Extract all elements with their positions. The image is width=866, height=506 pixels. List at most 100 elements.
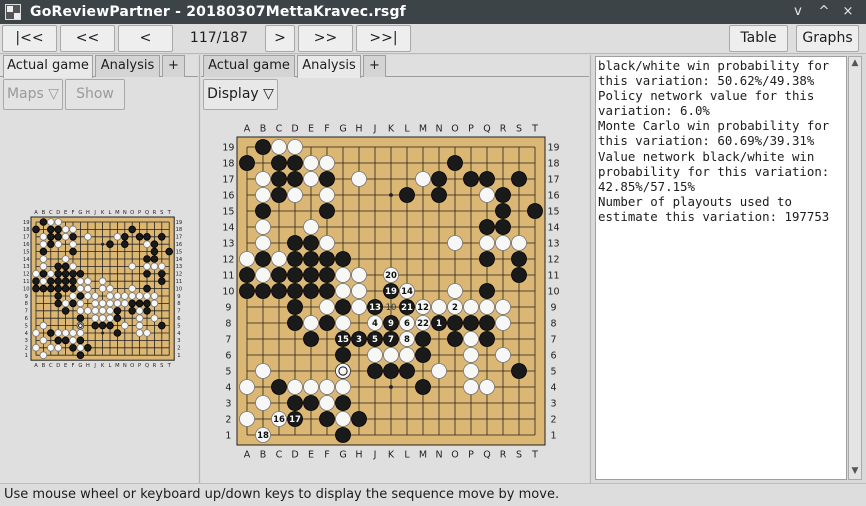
column-label: Q xyxy=(145,210,149,216)
white-stone xyxy=(46,270,55,278)
black-stone xyxy=(287,267,303,283)
minimize-icon[interactable]: v xyxy=(788,2,808,22)
row-label: 16 xyxy=(222,190,234,201)
white-stone xyxy=(495,299,511,315)
comment-scrollbar[interactable]: ▲ ▼ xyxy=(848,56,862,480)
left-tab-add[interactable]: + xyxy=(162,55,185,77)
black-stone xyxy=(46,240,55,248)
black-stone xyxy=(61,270,70,278)
show-button[interactable]: Show xyxy=(65,79,125,110)
main-game-board[interactable]: AABBCCDDEEFFGGHHJJKKLLMMNNOOPPQQRRSSTT19… xyxy=(220,122,568,460)
black-stone xyxy=(143,284,151,293)
left-tab-analysis[interactable]: Analysis xyxy=(95,55,160,77)
white-stone xyxy=(335,283,351,299)
center-tab-analysis[interactable]: Analysis xyxy=(297,55,361,78)
black-stone xyxy=(143,232,151,241)
black-stone xyxy=(76,336,85,345)
black-stone xyxy=(54,225,62,234)
row-label: 1 xyxy=(177,353,180,359)
column-label: F xyxy=(324,449,329,460)
column-label: P xyxy=(468,123,474,134)
white-stone xyxy=(46,344,55,352)
black-stone xyxy=(69,270,77,278)
back-10-button[interactable]: << xyxy=(60,25,115,52)
black-stone xyxy=(319,171,335,187)
black-stone xyxy=(69,299,77,308)
column-label: B xyxy=(42,210,46,216)
white-stone xyxy=(463,347,479,363)
panel-divider-2[interactable] xyxy=(590,55,591,483)
row-label: 19 xyxy=(23,220,30,226)
white-stone xyxy=(39,232,48,241)
black-stone xyxy=(271,267,287,283)
black-stone xyxy=(143,299,151,308)
column-label: G xyxy=(78,363,82,369)
scroll-up-icon[interactable]: ▲ xyxy=(850,57,860,69)
column-label: Q xyxy=(483,449,490,460)
black-stone xyxy=(128,225,136,234)
white-stone xyxy=(69,262,77,271)
scroll-down-icon[interactable]: ▼ xyxy=(850,465,860,477)
white-stone xyxy=(84,307,92,315)
black-stone xyxy=(106,321,114,330)
white-stone xyxy=(76,321,85,330)
move-counter: 117/187 xyxy=(189,30,249,46)
black-stone xyxy=(463,315,479,331)
white-stone xyxy=(255,187,271,203)
forward-10-button[interactable]: >> xyxy=(298,25,353,52)
white-stone xyxy=(121,321,129,330)
black-stone xyxy=(319,267,335,283)
last-move-button[interactable]: >>| xyxy=(356,25,411,52)
white-stone xyxy=(76,307,85,315)
center-tab-actual-game[interactable]: Actual game xyxy=(203,55,295,77)
analysis-comment-box[interactable]: black/white win probability for this var… xyxy=(595,56,847,480)
black-stone xyxy=(287,395,303,411)
first-move-button[interactable]: |<< xyxy=(2,25,57,52)
white-stone xyxy=(98,299,107,308)
graphs-button[interactable]: Graphs xyxy=(796,25,859,52)
black-stone xyxy=(113,314,122,322)
white-stone xyxy=(255,363,271,379)
column-label: N xyxy=(435,123,442,134)
move-number: 12 xyxy=(417,303,429,313)
maximize-icon[interactable]: ^ xyxy=(814,2,834,22)
table-button[interactable]: Table xyxy=(729,25,788,52)
row-label: 11 xyxy=(222,270,234,281)
white-stone xyxy=(463,363,479,379)
column-label: N xyxy=(435,449,442,460)
white-stone xyxy=(106,314,114,322)
panel-divider-1[interactable] xyxy=(199,55,200,483)
display-dropdown[interactable]: Display ▽ xyxy=(203,79,278,110)
white-stone xyxy=(39,351,48,360)
left-tab-actual-game[interactable]: Actual game xyxy=(3,55,93,78)
white-stone xyxy=(54,240,62,248)
black-stone xyxy=(319,251,335,267)
black-stone xyxy=(239,155,255,171)
center-tab-add[interactable]: + xyxy=(363,55,386,77)
close-icon[interactable]: × xyxy=(838,2,858,22)
status-bar: Use mouse wheel or keyboard up/down keys… xyxy=(0,483,866,506)
white-stone xyxy=(61,299,70,308)
black-stone xyxy=(415,379,431,395)
black-stone xyxy=(303,267,319,283)
black-stone xyxy=(143,307,151,315)
white-stone xyxy=(495,315,511,331)
row-label: 10 xyxy=(548,286,560,297)
black-stone xyxy=(61,336,70,345)
black-stone xyxy=(271,155,287,171)
white-stone xyxy=(61,232,70,241)
maps-dropdown[interactable]: Maps ▽ xyxy=(3,79,63,110)
back-button[interactable]: < xyxy=(118,25,173,52)
forward-button[interactable]: > xyxy=(265,25,295,52)
move-number: 22 xyxy=(417,319,429,329)
black-stone xyxy=(335,395,351,411)
row-label: 11 xyxy=(23,279,30,285)
row-label: 18 xyxy=(176,227,183,233)
black-stone xyxy=(255,283,271,299)
row-label: 14 xyxy=(222,222,234,233)
row-label: 16 xyxy=(176,242,183,248)
white-stone xyxy=(76,284,85,293)
white-stone xyxy=(121,292,129,300)
black-stone xyxy=(46,277,55,285)
black-stone xyxy=(69,277,77,285)
